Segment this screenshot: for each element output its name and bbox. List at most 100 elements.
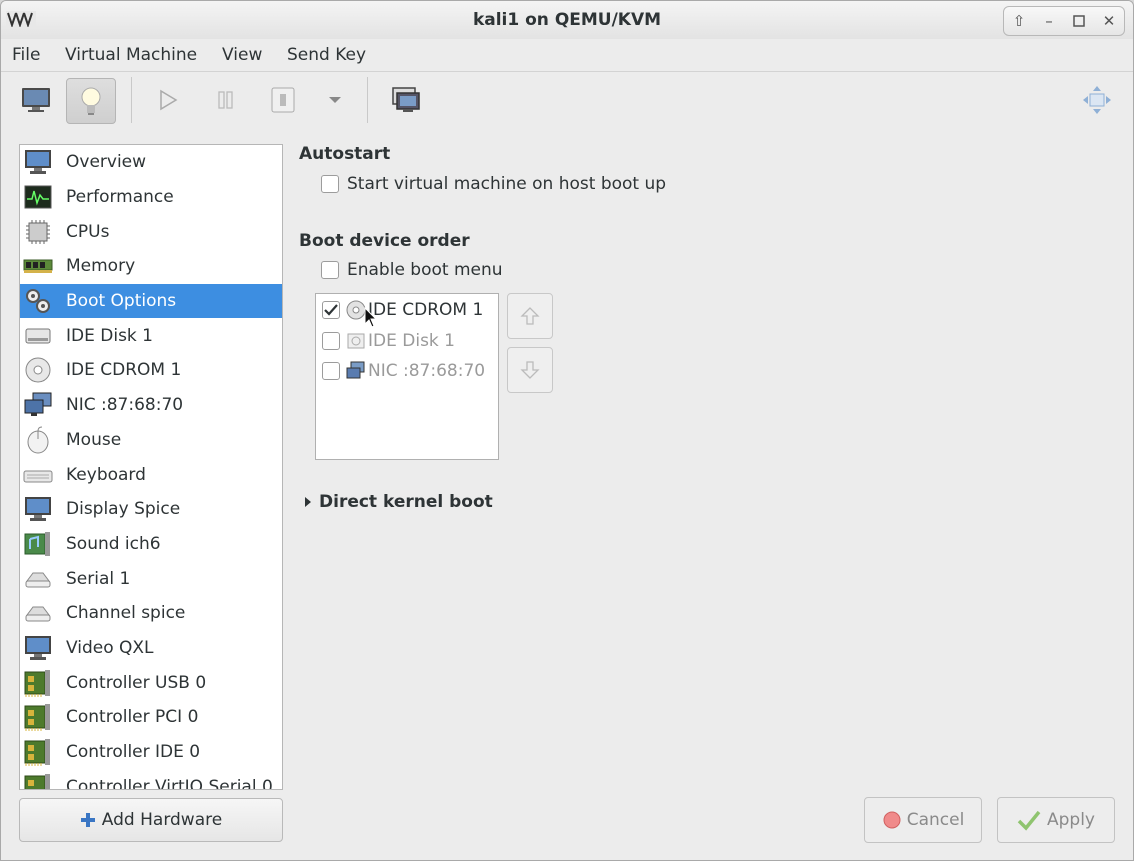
controller-card-icon: [23, 703, 53, 732]
sidebar-item-keyboard[interactable]: Keyboard: [20, 457, 282, 492]
sidebar-item-overview[interactable]: Overview: [20, 145, 282, 180]
sidebar-item-nic-87-68-70[interactable]: NIC :87:68:70: [20, 388, 282, 423]
console-view-button[interactable]: [12, 78, 60, 122]
sidebar-item-mouse[interactable]: Mouse: [20, 423, 282, 458]
close-icon[interactable]: ✕: [1098, 10, 1120, 32]
menu-file[interactable]: File: [12, 45, 40, 65]
add-hardware-button[interactable]: Add Hardware: [19, 798, 283, 842]
sidebar-item-serial-1[interactable]: Serial 1: [20, 561, 282, 596]
sidebar-item-memory[interactable]: Memory: [20, 249, 282, 284]
cdrom-icon: [346, 300, 366, 320]
boot-device-label: IDE Disk 1: [368, 331, 455, 351]
sidebar-item-controller-usb-0[interactable]: Controller USB 0: [20, 665, 282, 700]
toolbar: [1, 72, 1133, 128]
boot-device-list: IDE CDROM 1 IDE Disk 1 NIC :87:68:70: [315, 293, 499, 460]
sidebar-item-label: Channel spice: [66, 603, 186, 624]
mouse-icon: [23, 426, 53, 454]
window-title: kali1 on QEMU/KVM: [472, 10, 662, 30]
run-button[interactable]: [144, 78, 192, 122]
power-icon: [271, 87, 295, 113]
sidebar-item-ide-disk-1[interactable]: IDE Disk 1: [20, 318, 282, 353]
sidebar-item-label: Boot Options: [66, 291, 177, 312]
window-controls: ⇧ – ✕: [1003, 6, 1125, 36]
snapshots-button[interactable]: [382, 78, 430, 122]
checkmark-icon: [1017, 810, 1041, 831]
sound-card-icon: [23, 530, 53, 558]
lightbulb-icon: [81, 87, 101, 115]
sidebar-item-label: Video QXL: [66, 637, 154, 658]
display-icon: [23, 495, 53, 523]
video-icon: [23, 634, 53, 662]
sidebar-item-display-spice[interactable]: Display Spice: [20, 492, 282, 527]
gears-icon: [23, 287, 53, 315]
autostart-label: Start virtual machine on host boot up: [347, 174, 667, 194]
monitor-icon: [22, 88, 50, 112]
autostart-checkbox[interactable]: [321, 175, 339, 193]
sidebar-item-label: Controller USB 0: [66, 672, 207, 693]
menu-send-key[interactable]: Send Key: [287, 45, 366, 65]
sidebar-item-label: NIC :87:68:70: [66, 395, 184, 416]
boot-menu-label: Enable boot menu: [347, 260, 503, 280]
sidebar-item-label: Keyboard: [66, 464, 146, 485]
shutdown-button[interactable]: [259, 78, 307, 122]
sidebar-item-label: Display Spice: [66, 499, 181, 520]
sidebar-item-channel-spice[interactable]: Channel spice: [20, 596, 282, 631]
menu-view[interactable]: View: [222, 45, 262, 65]
apply-label: Apply: [1047, 810, 1095, 830]
autostart-option[interactable]: Start virtual machine on host boot up: [321, 174, 666, 194]
sidebar-item-controller-virtio-serial-0[interactable]: Controller VirtIO Serial 0: [20, 769, 282, 790]
boot-device-checkbox[interactable]: [322, 362, 340, 380]
sidebar-item-cpus[interactable]: CPUs: [20, 214, 282, 249]
pause-button[interactable]: [202, 78, 250, 122]
minimize-icon[interactable]: –: [1038, 10, 1060, 32]
checkmark-icon: [324, 304, 338, 316]
sidebar-item-controller-pci-0[interactable]: Controller PCI 0: [20, 700, 282, 735]
direct-kernel-boot-expander[interactable]: Direct kernel boot: [305, 492, 493, 512]
sidebar-item-video-qxl[interactable]: Video QXL: [20, 631, 282, 666]
boot-device-label: NIC :87:68:70: [368, 361, 486, 381]
sidebar-item-sound-ich6[interactable]: Sound ich6: [20, 527, 282, 562]
menu-virtual-machine[interactable]: Virtual Machine: [65, 45, 197, 65]
boot-menu-option[interactable]: Enable boot menu: [321, 260, 503, 280]
sidebar-item-label: Serial 1: [66, 568, 131, 589]
sidebar-item-label: Controller VirtIO Serial 0: [66, 776, 273, 790]
sidebar-item-controller-ide-0[interactable]: Controller IDE 0: [20, 735, 282, 770]
monitor-icon: [23, 148, 53, 176]
arrow-up-icon: [520, 307, 540, 325]
cancel-icon: [883, 811, 901, 829]
network-icon: [23, 391, 53, 419]
boot-device-cdrom[interactable]: IDE CDROM 1: [322, 300, 483, 320]
boot-menu-checkbox[interactable]: [321, 261, 339, 279]
chevron-down-icon: [329, 97, 341, 103]
maximize-icon[interactable]: [1068, 10, 1090, 32]
boot-device-nic[interactable]: NIC :87:68:70: [322, 361, 485, 381]
pause-icon: [218, 91, 233, 109]
hard-disk-icon: [346, 331, 366, 351]
boot-device-disk[interactable]: IDE Disk 1: [322, 331, 455, 351]
move-down-button[interactable]: [507, 347, 553, 393]
sidebar-item-label: Controller PCI 0: [66, 707, 199, 728]
sidebar-item-performance[interactable]: Performance: [20, 180, 282, 215]
sidebar-item-label: Overview: [66, 152, 147, 173]
sidebar-item-ide-cdrom-1[interactable]: IDE CDROM 1: [20, 353, 282, 388]
boot-device-checkbox[interactable]: [322, 332, 340, 350]
cancel-button[interactable]: Cancel: [864, 797, 982, 843]
details-view-button[interactable]: [66, 78, 116, 124]
sidebar-item-boot-options[interactable]: Boot Options: [20, 283, 282, 319]
sidebar-item-label: Sound ich6: [66, 533, 161, 554]
move-up-button[interactable]: [507, 293, 553, 339]
arrow-down-icon: [520, 361, 540, 379]
fullscreen-button[interactable]: [1073, 78, 1121, 122]
sidebar-item-label: CPUs: [66, 221, 110, 242]
hard-disk-icon: [23, 322, 53, 350]
title-bar[interactable]: kali1 on QEMU/KVM ⇧ – ✕: [1, 1, 1133, 39]
channel-icon: [23, 599, 53, 627]
controller-card-icon: [23, 773, 53, 789]
shutdown-menu-button[interactable]: [313, 78, 357, 122]
snapshots-icon: [392, 87, 420, 112]
add-hardware-label: Add Hardware: [101, 810, 223, 830]
boot-device-checkbox[interactable]: [322, 301, 340, 319]
apply-button[interactable]: Apply: [997, 797, 1115, 843]
network-icon: [346, 361, 366, 381]
keep-above-icon[interactable]: ⇧: [1008, 10, 1030, 32]
